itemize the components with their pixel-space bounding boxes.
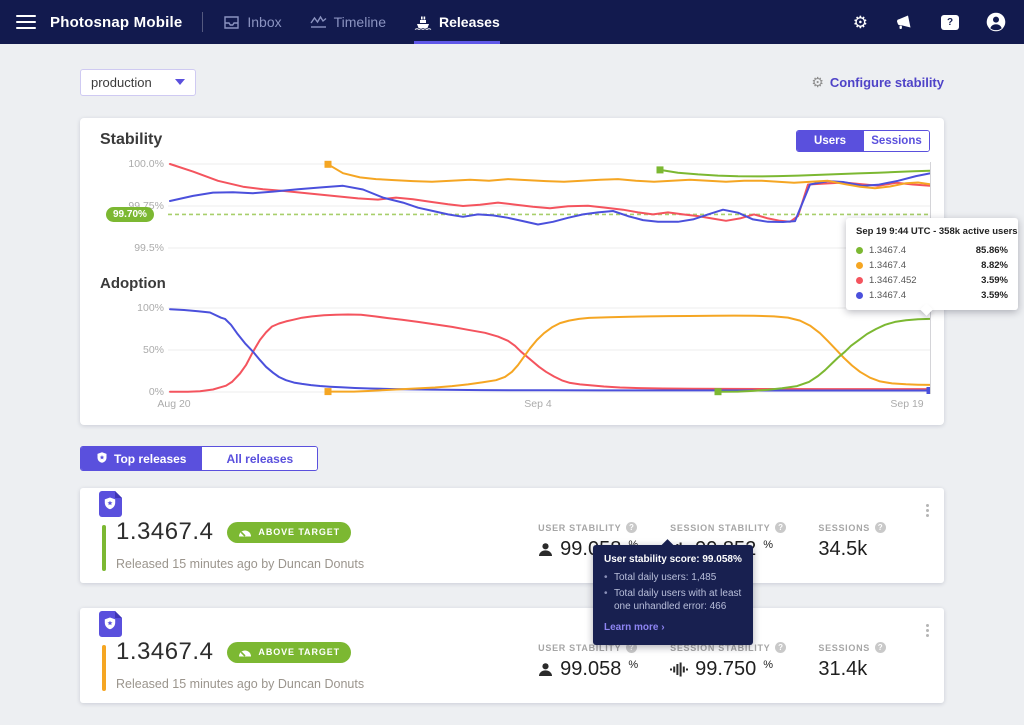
app-title: Photosnap Mobile [50, 13, 183, 31]
sessions-pulse-icon [670, 662, 689, 677]
help-icon[interactable]: ? [875, 642, 886, 653]
help-icon[interactable]: ? [875, 522, 886, 533]
help-icon[interactable]: ? [941, 14, 959, 30]
release-menu-button[interactable] [923, 621, 932, 640]
stability-mode-toggle: Users Sessions [796, 130, 930, 152]
nav-item-releases[interactable]: Releases [414, 0, 500, 44]
announcements-icon[interactable] [895, 14, 914, 30]
tab-top-releases[interactable]: Top releases [81, 447, 202, 470]
release-version: 1.3467.4 [116, 518, 214, 545]
stat-user-stability: USER STABILITY? 99.058% [538, 642, 639, 680]
nav-links: Inbox Timeline Releases [223, 0, 500, 44]
release-info: Released 15 minutes ago by Duncan Donuts [116, 557, 365, 571]
adoption-chart[interactable] [168, 300, 930, 400]
gauge-icon [239, 650, 252, 657]
release-stats: USER STABILITY? 99.058% SESSION STABILIT… [538, 642, 886, 681]
xtick-sep19: Sep 19 [890, 398, 924, 410]
stability-target-badge: 99.70% [106, 207, 154, 222]
chart-tooltip-title: Sep 19 9:44 UTC - 358k active users [856, 226, 1018, 237]
xtick-aug20: Aug 20 [157, 398, 191, 410]
toggle-sessions-button[interactable]: Sessions [863, 131, 929, 151]
configure-stability-label: Configure stability [829, 74, 944, 90]
releases-tabs: Top releases All releases [80, 446, 319, 471]
help-icon[interactable]: ? [626, 522, 638, 533]
series-dot-green [856, 247, 863, 254]
chart-tooltip-row: 1.3467.4 8.82% [856, 258, 1008, 273]
nav-icons: ⚙ ? [853, 12, 1006, 32]
adoption-ytick-0: 0% [148, 386, 164, 398]
chart-tooltip: Sep 19 9:44 UTC - 358k active users 1.34… [846, 218, 1018, 310]
release-accent-bar [102, 645, 106, 691]
chart-tooltip-row: 1.3467.4 85.86% [856, 243, 1008, 258]
release-info: Released 15 minutes ago by Duncan Donuts [116, 677, 365, 691]
release-card-2[interactable]: 1.3467.4 ABOVE TARGET Released 15 minute… [80, 608, 944, 703]
chevron-down-icon [175, 79, 185, 85]
adoption-ytick-100: 100% [137, 302, 164, 314]
stability-chart[interactable] [168, 158, 930, 254]
gauge-icon [239, 530, 252, 537]
user-icon [539, 543, 553, 556]
stability-ytick-995: 99.5% [134, 242, 164, 254]
nav-item-inbox[interactable]: Inbox [223, 0, 282, 44]
series-dot-blue [856, 292, 863, 299]
adoption-ytick-50: 50% [142, 344, 164, 356]
chart-tooltip-row: 1.3467.4 3.59% [856, 288, 1008, 303]
shield-icon [96, 451, 108, 467]
release-card-1[interactable]: 1.3467.4 ABOVE TARGET Released 15 minute… [80, 488, 944, 645]
environment-select[interactable]: production [80, 68, 196, 96]
above-target-badge: ABOVE TARGET [227, 521, 352, 543]
tooltip-bullet: Total daily users with at least one unha… [604, 587, 742, 614]
tab-label: Top releases [114, 451, 187, 466]
release-version: 1.3467.4 [116, 638, 214, 665]
learn-more-link[interactable]: Learn more › [604, 622, 665, 633]
release-accent-bar [102, 525, 106, 571]
tab-all-releases[interactable]: All releases [201, 447, 318, 470]
filter-row: production ⚙ Configure stability [80, 68, 944, 96]
nav-item-label: Releases [439, 14, 500, 30]
help-icon[interactable]: ? [775, 522, 787, 533]
ship-icon [414, 15, 432, 30]
environment-value: production [91, 74, 152, 90]
adoption-chart-title: Adoption [100, 275, 166, 292]
nav-item-label: Timeline [333, 14, 387, 30]
tooltip-bullet: Total daily users: 1,485 [604, 571, 742, 585]
stability-chart-title: Stability [100, 131, 163, 148]
stat-session-stability: SESSION STABILITY? 99.750% [670, 642, 787, 681]
account-icon[interactable] [986, 12, 1006, 32]
nav-item-timeline[interactable]: Timeline [310, 0, 386, 44]
nav-divider [202, 12, 204, 32]
stat-sessions: SESSIONS? 34.5k [818, 522, 886, 561]
stability-ytick-100: 100.0% [128, 158, 164, 170]
release-menu-button[interactable] [923, 501, 932, 520]
inbox-icon [223, 15, 240, 30]
chart-tooltip-row: 1.3467.452 3.59% [856, 273, 1008, 288]
user-stability-tooltip: User stability score: 99.058% Total dail… [593, 545, 753, 645]
configure-stability-link[interactable]: ⚙ Configure stability [811, 75, 944, 90]
nav-item-label: Inbox [247, 14, 282, 30]
series-dot-orange [856, 262, 863, 269]
above-target-badge: ABOVE TARGET [227, 641, 352, 663]
user-icon [539, 663, 553, 676]
series-dot-red [856, 277, 863, 284]
tooltip-title: User stability score: 99.058% [604, 554, 742, 565]
stability-adoption-card: Stability Users Sessions 100.0% 99.75% 9… [80, 118, 1018, 425]
toggle-users-button[interactable]: Users [797, 131, 863, 151]
settings-icon[interactable]: ⚙ [853, 14, 868, 31]
top-navbar: Photosnap Mobile Inbox Timeline Releases… [0, 0, 1024, 44]
menu-icon[interactable] [16, 15, 36, 29]
help-icon[interactable]: ? [775, 642, 787, 653]
stat-sessions: SESSIONS? 31.4k [818, 642, 886, 681]
tab-label: All releases [226, 451, 294, 466]
gear-icon: ⚙ [811, 74, 824, 90]
xtick-sep4: Sep 4 [524, 398, 552, 410]
timeline-icon [310, 15, 327, 29]
